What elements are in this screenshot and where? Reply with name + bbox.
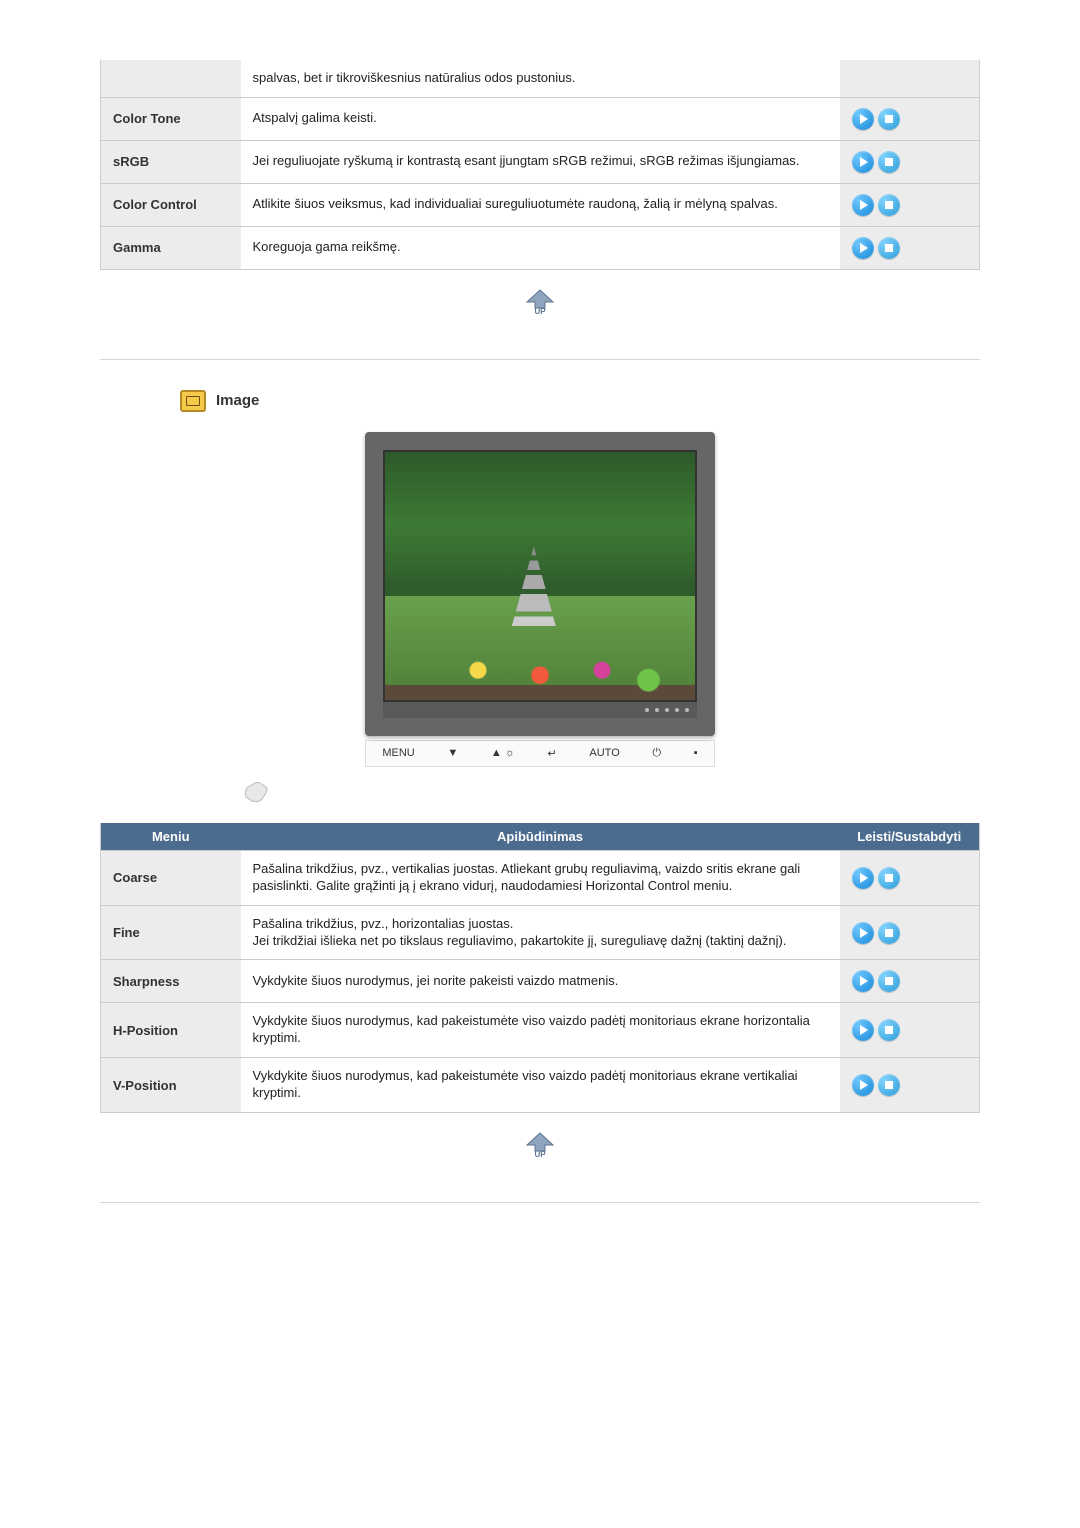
- menu-desc: Pašalina trikdžius, pvz., vertikalias ju…: [241, 850, 840, 905]
- monitor-screen-garden: [383, 450, 697, 702]
- table-row: spalvas, bet ir tikroviškesnius natūrali…: [101, 60, 980, 97]
- menu-desc: Koreguoja gama reikšmę.: [241, 226, 840, 269]
- menu-name: Color Tone: [101, 97, 241, 140]
- stop-button[interactable]: [878, 194, 900, 216]
- menu-name: Gamma: [101, 226, 241, 269]
- stop-button[interactable]: [878, 108, 900, 130]
- menu-controls: [840, 905, 980, 960]
- play-button[interactable]: [852, 922, 874, 944]
- menu-name: V-Position: [101, 1058, 241, 1113]
- menu-controls: [840, 60, 980, 97]
- divider: [100, 1202, 980, 1203]
- table-row: FinePašalina trikdžius, pvz., horizontal…: [101, 905, 980, 960]
- image-section-icon: [180, 390, 206, 412]
- stop-button[interactable]: [878, 922, 900, 944]
- table-row: GammaKoreguoja gama reikšmę.: [101, 226, 980, 269]
- menu-name: sRGB: [101, 140, 241, 183]
- table-row: sRGBJei reguliuojate ryškumą ir kontrast…: [101, 140, 980, 183]
- stop-button[interactable]: [878, 1019, 900, 1041]
- scroll-up-icon[interactable]: UP: [523, 1131, 557, 1159]
- menu-controls: [840, 97, 980, 140]
- section-title-image: Image: [216, 392, 259, 409]
- stop-button[interactable]: [878, 151, 900, 173]
- play-button[interactable]: [852, 970, 874, 992]
- menu-controls: [840, 1003, 980, 1058]
- menu-desc: Pašalina trikdžius, pvz., horizontalias …: [241, 905, 840, 960]
- menu-desc: Vykdykite šiuos nurodymus, jei norite pa…: [241, 960, 840, 1003]
- monitor-ctrl: ▪: [694, 747, 698, 759]
- menu-name: Coarse: [101, 850, 241, 905]
- menu-controls: [840, 183, 980, 226]
- menu-desc: Jei reguliuojate ryškumą ir kontrastą es…: [241, 140, 840, 183]
- menu-controls: [840, 850, 980, 905]
- play-button[interactable]: [852, 194, 874, 216]
- menu-name: Sharpness: [101, 960, 241, 1003]
- col-header-menu: Meniu: [101, 823, 241, 851]
- svg-text:UP: UP: [534, 307, 546, 316]
- monitor-ctrl: ⏻: [652, 747, 661, 760]
- image-menu-table: Meniu Apibūdinimas Leisti/Sustabdyti Coa…: [100, 823, 980, 1113]
- monitor-ctrl: AUTO: [589, 747, 619, 759]
- table-row: Color ToneAtspalvį galima keisti.: [101, 97, 980, 140]
- table-row: Color ControlAtlikite šiuos veiksmus, ka…: [101, 183, 980, 226]
- monitor-ctrl: MENU: [382, 747, 414, 759]
- stop-button[interactable]: [878, 1074, 900, 1096]
- table-row: V-PositionVykdykite šiuos nurodymus, kad…: [101, 1058, 980, 1113]
- play-button[interactable]: [852, 1019, 874, 1041]
- monitor-illustration: MENU ▼ ▲ ☼ ↵ AUTO ⏻ ▪: [100, 432, 980, 803]
- menu-controls: [840, 140, 980, 183]
- monitor-ctrl: ↵: [548, 747, 557, 760]
- table-row: SharpnessVykdykite šiuos nurodymus, jei …: [101, 960, 980, 1003]
- divider: [100, 359, 980, 360]
- stop-button[interactable]: [878, 970, 900, 992]
- col-header-playstop: Leisti/Sustabdyti: [840, 823, 980, 851]
- menu-desc: spalvas, bet ir tikroviškesnius natūrali…: [241, 60, 840, 97]
- table-row: CoarsePašalina trikdžius, pvz., vertikal…: [101, 850, 980, 905]
- menu-controls: [840, 1058, 980, 1113]
- menu-desc: Vykdykite šiuos nurodymus, kad pakeistum…: [241, 1058, 840, 1113]
- table-row: H-PositionVykdykite šiuos nurodymus, kad…: [101, 1003, 980, 1058]
- play-button[interactable]: [852, 151, 874, 173]
- menu-desc: Vykdykite šiuos nurodymus, kad pakeistum…: [241, 1003, 840, 1058]
- scroll-up-icon[interactable]: UP: [523, 288, 557, 316]
- menu-desc: Atlikite šiuos veiksmus, kad individuali…: [241, 183, 840, 226]
- menu-controls: [840, 960, 980, 1003]
- hand-pointer-icon: [240, 773, 276, 803]
- play-button[interactable]: [852, 867, 874, 889]
- menu-name: H-Position: [101, 1003, 241, 1058]
- monitor-ctrl: ▲ ☼: [491, 747, 515, 759]
- menu-desc: Atspalvį galima keisti.: [241, 97, 840, 140]
- col-header-desc: Apibūdinimas: [241, 823, 840, 851]
- menu-name: [101, 60, 241, 97]
- color-menu-table: spalvas, bet ir tikroviškesnius natūrali…: [100, 60, 980, 270]
- play-button[interactable]: [852, 237, 874, 259]
- stop-button[interactable]: [878, 237, 900, 259]
- monitor-ctrl: ▼: [447, 747, 458, 759]
- menu-name: Color Control: [101, 183, 241, 226]
- menu-name: Fine: [101, 905, 241, 960]
- monitor-button-bar: MENU ▼ ▲ ☼ ↵ AUTO ⏻ ▪: [365, 740, 715, 767]
- play-button[interactable]: [852, 1074, 874, 1096]
- stop-button[interactable]: [878, 867, 900, 889]
- svg-text:UP: UP: [534, 1150, 546, 1159]
- play-button[interactable]: [852, 108, 874, 130]
- menu-controls: [840, 226, 980, 269]
